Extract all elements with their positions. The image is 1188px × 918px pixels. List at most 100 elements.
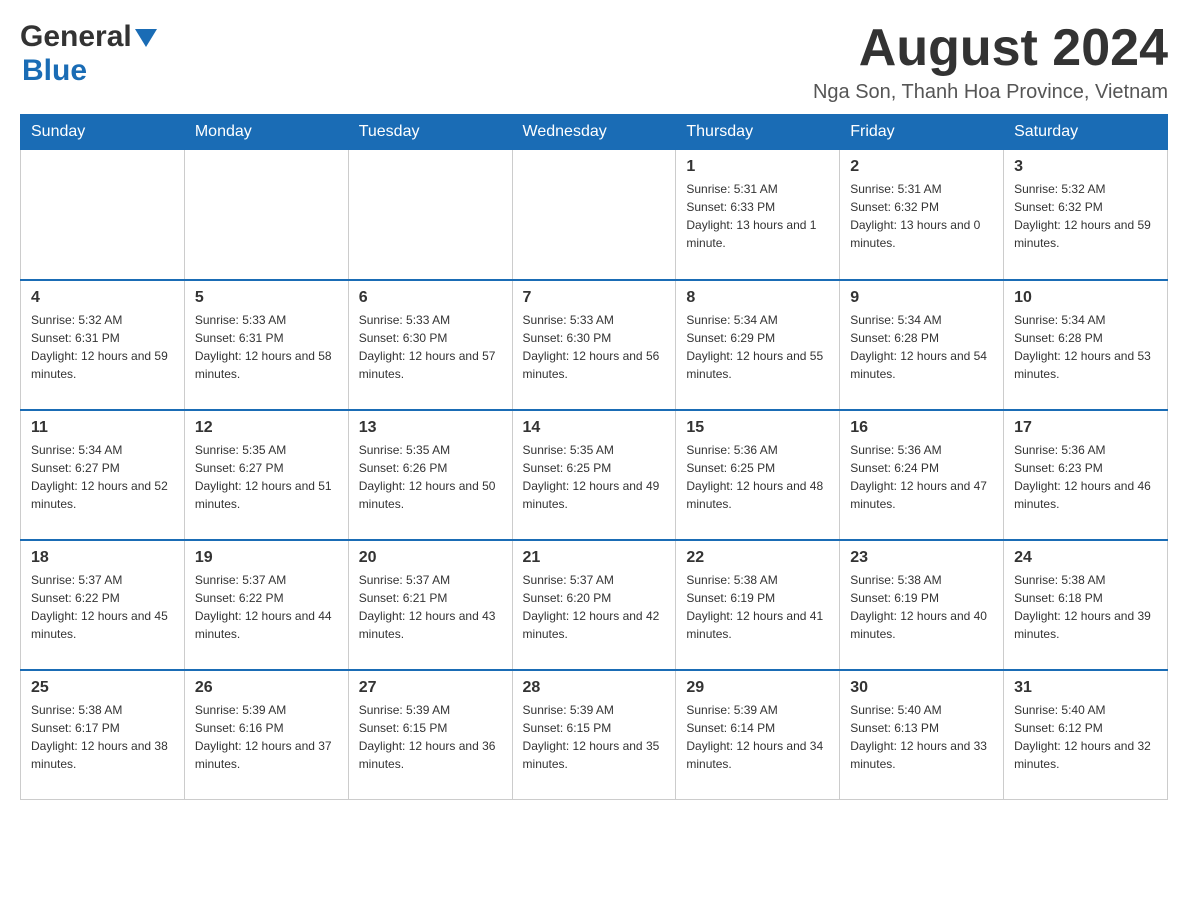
day-number: 21 — [523, 549, 666, 567]
day-number: 8 — [686, 289, 829, 307]
calendar-day-cell: 28 Sunrise: 5:39 AM Sunset: 6:15 PM Dayli… — [512, 670, 676, 800]
day-number: 17 — [1014, 419, 1157, 437]
day-number: 28 — [523, 679, 666, 697]
day-number: 14 — [523, 419, 666, 437]
calendar-week-row: 18Sunrise: 5:37 AM Sunset: 6:22 PM Dayli… — [21, 540, 1168, 670]
day-number: 27 — [359, 679, 502, 697]
day-info: Sunrise: 5:39 AM Sunset: 6:15 PM Dayligh… — [359, 701, 502, 773]
calendar-day-cell: 13 Sunrise: 5:35 AM Sunset: 6:26 PM Dayli… — [348, 410, 512, 540]
day-number: 1 — [686, 158, 829, 176]
calendar-day-cell: 25 Sunrise: 5:38 AM Sunset: 6:17 PM Dayli… — [21, 670, 185, 800]
day-number: 4 — [31, 289, 174, 307]
calendar-day-cell: 20 Sunrise: 5:37 AM Sunset: 6:21 PM Dayli… — [348, 540, 512, 670]
calendar-day-cell: 15 Sunrise: 5:36 AM Sunset: 6:25 PM Dayli… — [676, 410, 840, 540]
calendar-week-row: 25 Sunrise: 5:38 AM Sunset: 6:17 PM Dayli… — [21, 670, 1168, 800]
day-number: 19 — [195, 549, 338, 567]
calendar-day-cell: 3 Sunrise: 5:32 AM Sunset: 6:32 PM Daylig… — [1004, 150, 1168, 280]
day-info: Sunrise: 5:37 AM Sunset: 6:22 PM Dayligh… — [31, 571, 174, 643]
day-number: 6 — [359, 289, 502, 307]
day-info: Sunrise: 5:32 AM Sunset: 6:31 PM Dayligh… — [31, 311, 174, 383]
day-number: 25 — [31, 679, 174, 697]
day-info: Sunrise: 5:37 AM Sunset: 6:22 PM Dayligh… — [195, 571, 338, 643]
day-info: Sunrise: 5:33 AM Sunset: 6:30 PM Dayligh… — [359, 311, 502, 383]
calendar-day-cell: 12 Sunrise: 5:35 AM Sunset: 6:27 PM Dayli… — [184, 410, 348, 540]
calendar-day-cell: 19 Sunrise: 5:37 AM Sunset: 6:22 PM Dayli… — [184, 540, 348, 670]
day-info: Sunrise: 5:40 AM Sunset: 6:13 PM Dayligh… — [850, 701, 993, 773]
calendar-week-row: 4 Sunrise: 5:32 AM Sunset: 6:31 PM Daylig… — [21, 280, 1168, 410]
day-info: Sunrise: 5:38 AM Sunset: 6:18 PM Dayligh… — [1014, 571, 1157, 643]
day-info: Sunrise: 5:31 AM Sunset: 6:33 PM Dayligh… — [686, 180, 829, 252]
page-header: General Blue August 2024 Nga Son, Thanh … — [20, 20, 1168, 104]
day-number: 3 — [1014, 158, 1157, 176]
calendar-header-row: SundayMondayTuesdayWednesdayThursdayFrid… — [21, 115, 1168, 150]
logo: General Blue — [20, 20, 157, 88]
day-info: Sunrise: 5:34 AM Sunset: 6:27 PM Dayligh… — [31, 441, 174, 513]
day-info: Sunrise: 5:36 AM Sunset: 6:23 PM Dayligh… — [1014, 441, 1157, 513]
day-info: Sunrise: 5:38 AM Sunset: 6:17 PM Dayligh… — [31, 701, 174, 773]
day-info: Sunrise: 5:35 AM Sunset: 6:27 PM Dayligh… — [195, 441, 338, 513]
day-info: Sunrise: 5:35 AM Sunset: 6:25 PM Dayligh… — [523, 441, 666, 513]
day-info: Sunrise: 5:37 AM Sunset: 6:21 PM Dayligh… — [359, 571, 502, 643]
calendar-table: SundayMondayTuesdayWednesdayThursdayFrid… — [20, 114, 1168, 800]
day-number: 15 — [686, 419, 829, 437]
day-info: Sunrise: 5:31 AM Sunset: 6:32 PM Dayligh… — [850, 180, 993, 252]
calendar-day-cell: 5Sunrise: 5:33 AM Sunset: 6:31 PM Daylig… — [184, 280, 348, 410]
title-section: August 2024 Nga Son, Thanh Hoa Province,… — [813, 20, 1168, 104]
day-number: 12 — [195, 419, 338, 437]
month-title: August 2024 — [813, 20, 1168, 77]
calendar-header-sunday: Sunday — [21, 115, 185, 150]
location-text: Nga Son, Thanh Hoa Province, Vietnam — [813, 81, 1168, 104]
calendar-header-monday: Monday — [184, 115, 348, 150]
day-info: Sunrise: 5:35 AM Sunset: 6:26 PM Dayligh… — [359, 441, 502, 513]
calendar-day-cell: 9Sunrise: 5:34 AM Sunset: 6:28 PM Daylig… — [840, 280, 1004, 410]
day-info: Sunrise: 5:36 AM Sunset: 6:25 PM Dayligh… — [686, 441, 829, 513]
calendar-day-cell: 24 Sunrise: 5:38 AM Sunset: 6:18 PM Dayli… — [1004, 540, 1168, 670]
calendar-week-row: 11 Sunrise: 5:34 AM Sunset: 6:27 PM Dayli… — [21, 410, 1168, 540]
day-number: 22 — [686, 549, 829, 567]
calendar-day-cell: 23 Sunrise: 5:38 AM Sunset: 6:19 PM Dayli… — [840, 540, 1004, 670]
day-number: 2 — [850, 158, 993, 176]
logo-general-text: General — [20, 20, 132, 54]
day-number: 11 — [31, 419, 174, 437]
calendar-day-cell: 14 Sunrise: 5:35 AM Sunset: 6:25 PM Dayli… — [512, 410, 676, 540]
calendar-day-cell: 7Sunrise: 5:33 AM Sunset: 6:30 PM Daylig… — [512, 280, 676, 410]
day-number: 24 — [1014, 549, 1157, 567]
day-info: Sunrise: 5:34 AM Sunset: 6:29 PM Dayligh… — [686, 311, 829, 383]
day-number: 13 — [359, 419, 502, 437]
day-info: Sunrise: 5:39 AM Sunset: 6:16 PM Dayligh… — [195, 701, 338, 773]
calendar-day-cell — [512, 150, 676, 280]
day-info: Sunrise: 5:34 AM Sunset: 6:28 PM Dayligh… — [1014, 311, 1157, 383]
day-info: Sunrise: 5:34 AM Sunset: 6:28 PM Dayligh… — [850, 311, 993, 383]
calendar-day-cell: 18Sunrise: 5:37 AM Sunset: 6:22 PM Dayli… — [21, 540, 185, 670]
calendar-day-cell: 26 Sunrise: 5:39 AM Sunset: 6:16 PM Dayli… — [184, 670, 348, 800]
calendar-header-tuesday: Tuesday — [348, 115, 512, 150]
calendar-day-cell: 22Sunrise: 5:38 AM Sunset: 6:19 PM Dayli… — [676, 540, 840, 670]
day-info: Sunrise: 5:38 AM Sunset: 6:19 PM Dayligh… — [850, 571, 993, 643]
calendar-day-cell: 17 Sunrise: 5:36 AM Sunset: 6:23 PM Dayli… — [1004, 410, 1168, 540]
calendar-day-cell: 16Sunrise: 5:36 AM Sunset: 6:24 PM Dayli… — [840, 410, 1004, 540]
day-number: 23 — [850, 549, 993, 567]
day-info: Sunrise: 5:39 AM Sunset: 6:15 PM Dayligh… — [523, 701, 666, 773]
calendar-day-cell: 31Sunrise: 5:40 AM Sunset: 6:12 PM Dayli… — [1004, 670, 1168, 800]
calendar-day-cell — [21, 150, 185, 280]
day-number: 16 — [850, 419, 993, 437]
calendar-day-cell: 30Sunrise: 5:40 AM Sunset: 6:13 PM Dayli… — [840, 670, 1004, 800]
calendar-day-cell: 4 Sunrise: 5:32 AM Sunset: 6:31 PM Daylig… — [21, 280, 185, 410]
day-number: 10 — [1014, 289, 1157, 307]
calendar-day-cell: 10 Sunrise: 5:34 AM Sunset: 6:28 PM Dayli… — [1004, 280, 1168, 410]
calendar-day-cell: 2 Sunrise: 5:31 AM Sunset: 6:32 PM Daylig… — [840, 150, 1004, 280]
calendar-header-wednesday: Wednesday — [512, 115, 676, 150]
day-number: 20 — [359, 549, 502, 567]
day-number: 26 — [195, 679, 338, 697]
day-info: Sunrise: 5:32 AM Sunset: 6:32 PM Dayligh… — [1014, 180, 1157, 252]
day-number: 31 — [1014, 679, 1157, 697]
calendar-day-cell: 21Sunrise: 5:37 AM Sunset: 6:20 PM Dayli… — [512, 540, 676, 670]
calendar-day-cell: 1 Sunrise: 5:31 AM Sunset: 6:33 PM Daylig… — [676, 150, 840, 280]
day-number: 5 — [195, 289, 338, 307]
day-number: 29 — [686, 679, 829, 697]
day-info: Sunrise: 5:33 AM Sunset: 6:30 PM Dayligh… — [523, 311, 666, 383]
calendar-day-cell: 8 Sunrise: 5:34 AM Sunset: 6:29 PM Daylig… — [676, 280, 840, 410]
calendar-day-cell: 11 Sunrise: 5:34 AM Sunset: 6:27 PM Dayli… — [21, 410, 185, 540]
calendar-week-row: 1 Sunrise: 5:31 AM Sunset: 6:33 PM Daylig… — [21, 150, 1168, 280]
calendar-day-cell: 6 Sunrise: 5:33 AM Sunset: 6:30 PM Daylig… — [348, 280, 512, 410]
